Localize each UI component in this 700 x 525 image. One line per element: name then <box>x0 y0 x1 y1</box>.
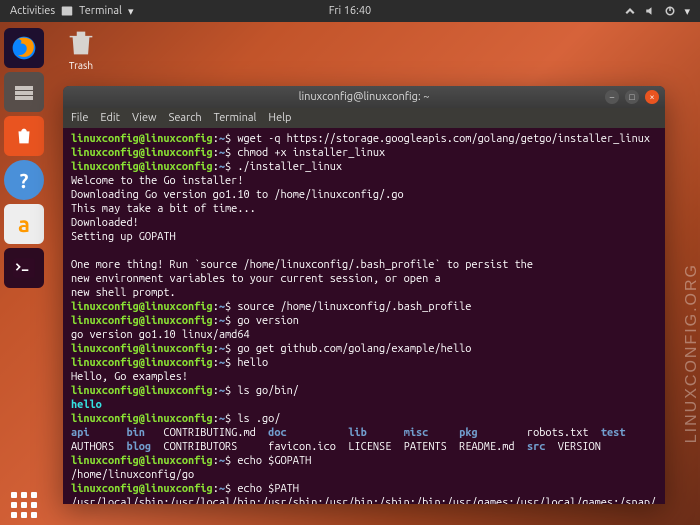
files-icon <box>12 80 36 104</box>
network-icon[interactable] <box>624 5 636 17</box>
dock: ? a <box>0 22 48 525</box>
terminal-app-icon <box>61 5 73 17</box>
prompt-user: linuxconfig@linuxconfig <box>71 455 213 467</box>
ls-dir: api <box>71 427 89 439</box>
prompt-user: linuxconfig@linuxconfig <box>71 133 213 145</box>
output-line: /home/linuxconfig/go <box>71 469 194 481</box>
trash-icon <box>64 26 98 60</box>
ls-file: VERSION <box>558 441 601 453</box>
ls-dir: bin <box>126 427 144 439</box>
cmd-echo-path: echo $PATH <box>237 483 299 495</box>
terminal-icon <box>11 255 37 281</box>
cmd-ls-gobin: ls go/bin/ <box>237 385 299 397</box>
window-minimize[interactable]: – <box>605 90 619 104</box>
ls-dir: test <box>601 427 626 439</box>
dock-files[interactable] <box>4 72 44 112</box>
ls-entry-hello: hello <box>71 399 102 411</box>
prompt-user: linuxconfig@linuxconfig <box>71 413 213 425</box>
menu-help[interactable]: Help <box>268 112 291 124</box>
cmd-wget: wget -q https://storage.googleapis.com/g… <box>237 133 650 145</box>
desktop: Trash <box>56 26 106 71</box>
menu-search[interactable]: Search <box>169 112 202 124</box>
window-maximize[interactable]: □ <box>625 90 639 104</box>
ls-dir: src <box>527 441 545 453</box>
dock-amazon[interactable]: a <box>4 204 44 244</box>
activities-button[interactable]: Activities <box>10 5 55 17</box>
prompt-user: linuxconfig@linuxconfig <box>71 483 213 495</box>
gnome-topbar: Activities Terminal ▾ Fri 16:40 ▾ <box>0 0 700 22</box>
dock-firefox[interactable] <box>4 28 44 68</box>
cmd-echo-gopath: echo $GOPATH <box>237 455 311 467</box>
prompt-user: linuxconfig@linuxconfig <box>71 161 213 173</box>
power-icon[interactable] <box>664 5 676 17</box>
trash-label: Trash <box>69 60 93 71</box>
menubar: File Edit View Search Terminal Help <box>63 108 665 128</box>
ls-dir: lib <box>348 427 366 439</box>
cmd-chmod: chmod +x installer_linux <box>237 147 385 159</box>
ls-file: LICENSE <box>348 441 391 453</box>
output-line: Hello, Go examples! <box>71 371 188 383</box>
ls-dir: misc <box>404 427 429 439</box>
app-menu-caret: ▾ <box>128 5 134 18</box>
output-line: new shell prompt. <box>71 287 176 299</box>
app-menu-label[interactable]: Terminal <box>79 5 122 17</box>
menu-view[interactable]: View <box>132 112 157 124</box>
menu-file[interactable]: File <box>71 112 88 124</box>
output-line: go version go1.10 linux/amd64 <box>71 329 250 341</box>
output-line: Welcome to the Go installer! <box>71 175 243 187</box>
help-icon: ? <box>20 169 29 192</box>
output-line: Setting up GOPATH <box>71 231 176 243</box>
dock-terminal[interactable] <box>4 248 44 288</box>
output-line: Downloaded! <box>71 217 139 229</box>
prompt-user: linuxconfig@linuxconfig <box>71 357 213 369</box>
cmd-hello: hello <box>237 357 268 369</box>
watermark: LINUXCONFIG.ORG <box>683 263 700 443</box>
ls-dir: blog <box>126 441 151 453</box>
prompt-user: linuxconfig@linuxconfig <box>71 315 213 327</box>
ls-dir: doc <box>268 427 286 439</box>
prompt-user: linuxconfig@linuxconfig <box>71 301 213 313</box>
terminal-window: linuxconfig@linuxconfig: ~ – □ × File Ed… <box>63 86 665 504</box>
cmd-ls-dotgo: ls .go/ <box>237 413 280 425</box>
prompt-user: linuxconfig@linuxconfig <box>71 147 213 159</box>
trash-desktop-icon[interactable]: Trash <box>56 26 106 71</box>
ls-file: robots.txt <box>527 427 589 439</box>
output-line: This may take a bit of time... <box>71 203 256 215</box>
ls-file: CONTRIBUTORS <box>163 441 237 453</box>
cmd-go-version: go version <box>237 315 299 327</box>
terminal-content[interactable]: linuxconfig@linuxconfig:~$ wget -q https… <box>63 128 665 504</box>
output-line: Downloading Go version go1.10 to /home/l… <box>71 189 404 201</box>
menu-terminal[interactable]: Terminal <box>214 112 257 124</box>
shopping-bag-icon <box>13 125 35 147</box>
clock[interactable]: Fri 16:40 <box>329 5 371 17</box>
cmd-source: source /home/linuxconfig/.bash_profile <box>237 301 471 313</box>
volume-icon[interactable] <box>644 5 656 17</box>
prompt-user: linuxconfig@linuxconfig <box>71 385 213 397</box>
window-title: linuxconfig@linuxconfig: ~ <box>299 91 430 103</box>
output-line: /usr/local/sbin:/usr/local/bin:/usr/sbin… <box>71 497 656 504</box>
window-titlebar[interactable]: linuxconfig@linuxconfig: ~ – □ × <box>63 86 665 108</box>
ls-file: CONTRIBUTING.md <box>163 427 255 439</box>
output-line: new environment variables to your curren… <box>71 273 441 285</box>
amazon-icon: a <box>18 212 30 237</box>
prompt-user: linuxconfig@linuxconfig <box>71 343 213 355</box>
show-applications[interactable] <box>4 485 44 525</box>
system-menu-caret[interactable]: ▾ <box>684 5 690 18</box>
dock-help[interactable]: ? <box>4 160 44 200</box>
cmd-run-installer: ./installer_linux <box>237 161 342 173</box>
ls-file: favicon.ico <box>268 441 336 453</box>
ls-file: PATENTS <box>404 441 447 453</box>
window-close[interactable]: × <box>645 90 659 104</box>
output-line: One more thing! Run `source /home/linuxc… <box>71 259 533 271</box>
firefox-icon <box>10 34 38 62</box>
cmd-go-get: go get github.com/golang/example/hello <box>237 343 471 355</box>
dock-software[interactable] <box>4 116 44 156</box>
ls-file: README.md <box>459 441 514 453</box>
menu-edit[interactable]: Edit <box>100 112 120 124</box>
ls-file: AUTHORS <box>71 441 114 453</box>
ls-dir: pkg <box>459 427 477 439</box>
